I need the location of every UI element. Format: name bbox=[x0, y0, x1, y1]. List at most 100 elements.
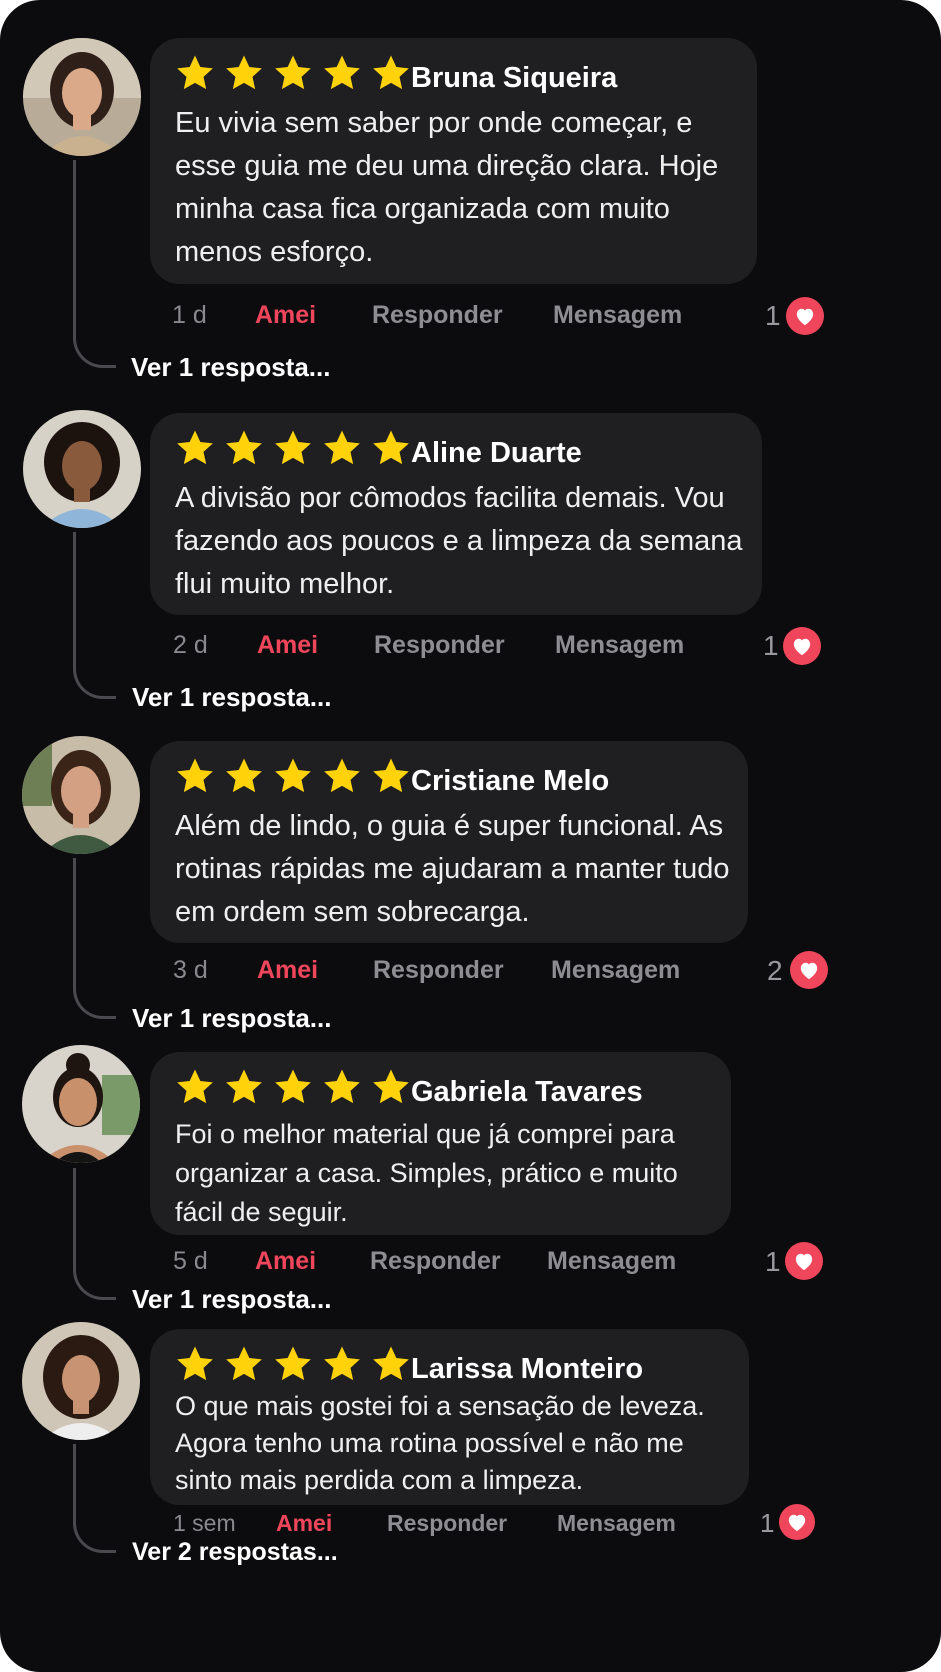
star-icon bbox=[322, 428, 362, 468]
review-text-line: sinto mais perdida com a limpeza. bbox=[175, 1465, 584, 1495]
review-text-line: em ordem sem sobrecarga. bbox=[175, 896, 530, 928]
like-count: 1 bbox=[765, 1246, 781, 1277]
thread-line bbox=[73, 1168, 116, 1300]
star-rating bbox=[175, 756, 420, 796]
reviewer-name[interactable]: Aline Duarte bbox=[411, 437, 582, 470]
avatar[interactable] bbox=[22, 736, 140, 854]
avatar[interactable] bbox=[23, 38, 141, 156]
review-bubble: Aline Duarte A divisão por cômodos facil… bbox=[150, 413, 762, 615]
review-bubble: Larissa Monteiro O que mais gostei foi a… bbox=[150, 1329, 749, 1505]
view-replies-link[interactable]: Ver 1 resposta... bbox=[131, 352, 330, 383]
review-text-line: Além de lindo, o guia é super funcional.… bbox=[175, 810, 724, 842]
star-icon bbox=[224, 1344, 264, 1384]
star-icon bbox=[371, 428, 411, 468]
review-text-line: fazendo aos poucos e a limpeza da semana bbox=[175, 525, 743, 557]
star-icon bbox=[322, 1067, 362, 1107]
review-text-line: organizar a casa. Simples, prático e mui… bbox=[175, 1158, 678, 1188]
star-icon bbox=[175, 756, 215, 796]
responder-button[interactable]: Responder bbox=[370, 1247, 501, 1276]
review-text-line: Agora tenho uma rotina possível e não me bbox=[175, 1428, 684, 1458]
mensagem-button[interactable]: Mensagem bbox=[547, 1247, 676, 1276]
star-icon bbox=[224, 1067, 264, 1107]
star-rating bbox=[175, 53, 420, 93]
reviewer-name[interactable]: Gabriela Tavares bbox=[411, 1076, 643, 1109]
amei-button[interactable]: Amei bbox=[255, 1247, 316, 1276]
reviewer-name[interactable]: Cristiane Melo bbox=[411, 765, 609, 798]
review-text-line: A divisão por cômodos facilita demais. V… bbox=[175, 482, 725, 514]
review-bubble: Gabriela Tavares Foi o melhor material q… bbox=[150, 1052, 731, 1235]
amei-button[interactable]: Amei bbox=[257, 631, 318, 660]
amei-button[interactable]: Amei bbox=[257, 956, 318, 985]
star-icon bbox=[224, 428, 264, 468]
amei-button[interactable]: Amei bbox=[255, 301, 316, 330]
star-rating bbox=[175, 428, 420, 468]
star-icon bbox=[175, 1344, 215, 1384]
star-rating bbox=[175, 1344, 420, 1384]
mensagem-button[interactable]: Mensagem bbox=[553, 301, 682, 330]
thread-line bbox=[73, 1444, 116, 1553]
responder-button[interactable]: Responder bbox=[372, 301, 503, 330]
review-time: 1 sem bbox=[173, 1510, 236, 1536]
review-text-line: minha casa fica organizada com muito bbox=[175, 193, 670, 225]
thread-line bbox=[73, 160, 116, 368]
star-icon bbox=[371, 1344, 411, 1384]
review-bubble: Bruna Siqueira Eu vivia sem saber por on… bbox=[150, 38, 757, 284]
review-text-line: esse guia me deu uma direção clara. Hoje bbox=[175, 150, 719, 182]
heart-icon[interactable] bbox=[783, 627, 821, 665]
star-icon bbox=[371, 756, 411, 796]
star-icon bbox=[273, 756, 313, 796]
star-icon bbox=[322, 53, 362, 93]
like-count: 1 bbox=[765, 300, 781, 331]
star-icon bbox=[273, 53, 313, 93]
star-icon bbox=[371, 1067, 411, 1107]
star-icon bbox=[273, 1344, 313, 1384]
mensagem-button[interactable]: Mensagem bbox=[555, 631, 684, 660]
amei-button[interactable]: Amei bbox=[276, 1510, 332, 1537]
review-time: 3 d bbox=[173, 956, 208, 984]
avatar[interactable] bbox=[23, 410, 141, 528]
star-icon bbox=[273, 1067, 313, 1107]
responder-button[interactable]: Responder bbox=[387, 1510, 507, 1537]
reviewer-name[interactable]: Bruna Siqueira bbox=[411, 62, 617, 95]
like-count: 2 bbox=[767, 955, 783, 986]
responder-button[interactable]: Responder bbox=[374, 631, 505, 660]
mensagem-button[interactable]: Mensagem bbox=[551, 956, 680, 985]
review-time: 2 d bbox=[173, 631, 208, 659]
star-icon bbox=[322, 1344, 362, 1384]
star-icon bbox=[175, 428, 215, 468]
review-text-line: Foi o melhor material que já comprei par… bbox=[175, 1119, 675, 1149]
star-icon bbox=[273, 428, 313, 468]
review-bubble: Cristiane Melo Além de lindo, o guia é s… bbox=[150, 741, 748, 943]
heart-icon[interactable] bbox=[785, 1242, 823, 1280]
review-text-line: Eu vivia sem saber por onde começar, e bbox=[175, 107, 693, 139]
heart-icon[interactable] bbox=[786, 297, 824, 335]
view-replies-link[interactable]: Ver 1 resposta... bbox=[132, 1003, 331, 1034]
mensagem-button[interactable]: Mensagem bbox=[557, 1510, 676, 1537]
star-icon bbox=[224, 53, 264, 93]
review-text-line: O que mais gostei foi a sensação de leve… bbox=[175, 1391, 705, 1421]
avatar[interactable] bbox=[22, 1322, 140, 1440]
reviewer-name[interactable]: Larissa Monteiro bbox=[411, 1353, 643, 1386]
review-text-line: rotinas rápidas me ajudaram a manter tud… bbox=[175, 853, 730, 885]
reviews-panel: Bruna Siqueira Eu vivia sem saber por on… bbox=[0, 0, 941, 1672]
responder-button[interactable]: Responder bbox=[373, 956, 504, 985]
review-text-line: menos esforço. bbox=[175, 236, 374, 268]
heart-icon[interactable] bbox=[779, 1504, 815, 1540]
view-replies-link[interactable]: Ver 1 resposta... bbox=[132, 682, 331, 713]
star-icon bbox=[224, 756, 264, 796]
star-icon bbox=[371, 53, 411, 93]
view-replies-link[interactable]: Ver 2 respostas... bbox=[132, 1538, 338, 1567]
heart-icon[interactable] bbox=[790, 951, 828, 989]
avatar[interactable] bbox=[22, 1045, 140, 1163]
star-icon bbox=[175, 53, 215, 93]
review-time: 1 d bbox=[172, 301, 207, 329]
review-text-line: flui muito melhor. bbox=[175, 568, 395, 600]
review-text-line: fácil de seguir. bbox=[175, 1197, 348, 1227]
review-time: 5 d bbox=[173, 1247, 208, 1275]
like-count: 1 bbox=[763, 630, 779, 661]
thread-line bbox=[73, 532, 116, 699]
star-icon bbox=[175, 1067, 215, 1107]
star-rating bbox=[175, 1067, 420, 1107]
view-replies-link[interactable]: Ver 1 resposta... bbox=[132, 1284, 331, 1315]
thread-line bbox=[73, 858, 116, 1019]
